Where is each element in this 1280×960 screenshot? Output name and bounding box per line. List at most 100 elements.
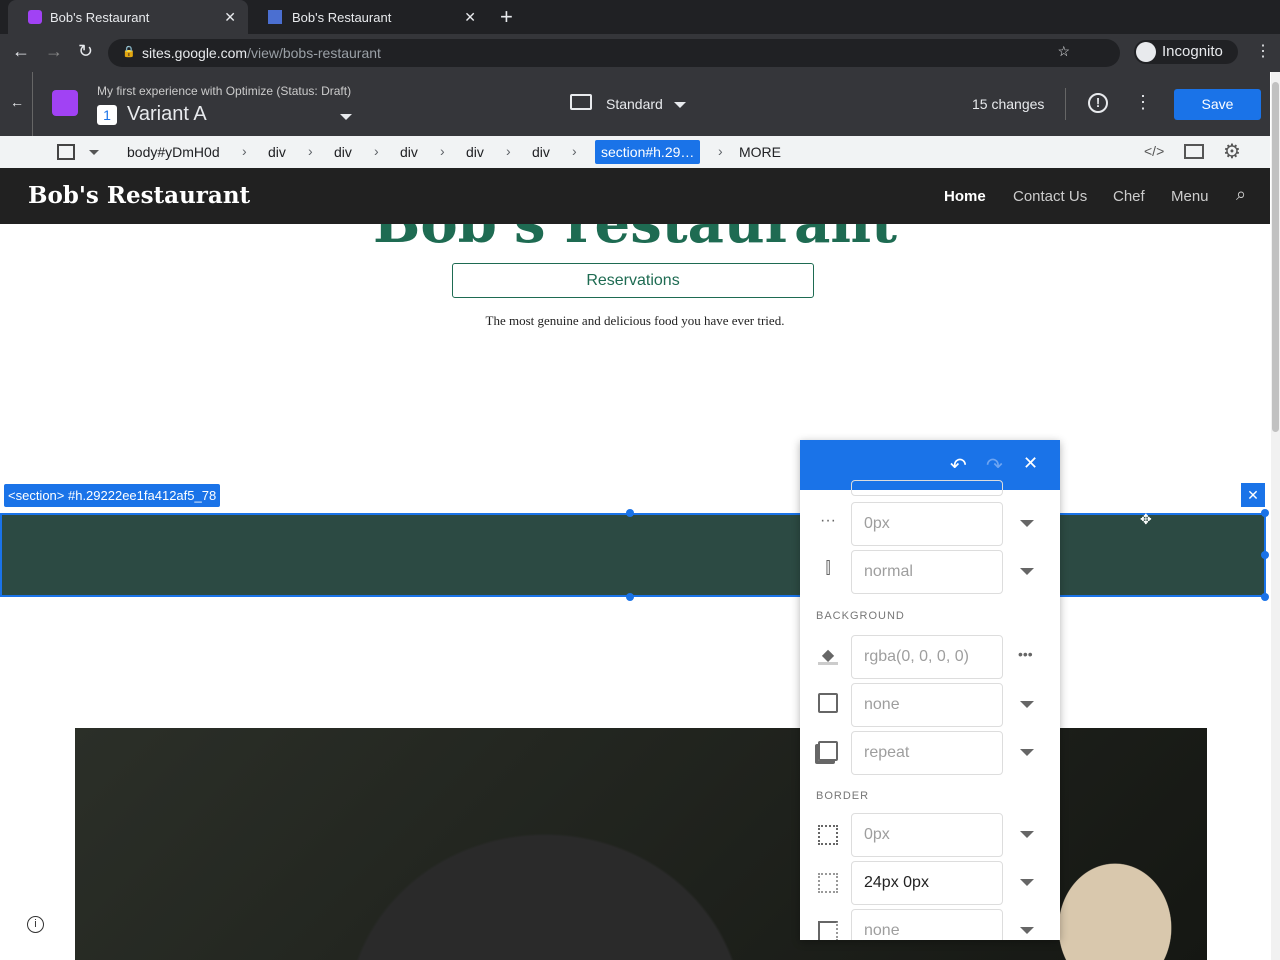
url-host: sites.google.com: [142, 45, 248, 61]
variant-number: 1: [97, 105, 117, 125]
chevron-right-icon: ›: [308, 143, 313, 159]
move-icon[interactable]: ✥: [1140, 511, 1152, 528]
diagnostics-icon[interactable]: !: [1088, 93, 1108, 113]
changes-count[interactable]: 15 changes: [972, 96, 1044, 112]
nav-contact-us[interactable]: Contact Us: [1013, 188, 1087, 205]
search-icon[interactable]: ⌕: [1236, 184, 1246, 205]
breadcrumb-more[interactable]: MORE: [739, 144, 781, 160]
close-tab-icon[interactable]: ✕: [224, 9, 236, 26]
resize-handle[interactable]: [1261, 509, 1269, 517]
style-editor-panel: ↶ ↷ ✕ ··· 0px ⫿ normal BACKGROUND ◆ rgba…: [800, 440, 1060, 940]
exit-editor-icon[interactable]: ←: [10, 94, 24, 110]
redo-icon[interactable]: ↷: [986, 453, 1003, 478]
breadcrumb-item[interactable]: div: [268, 144, 286, 160]
new-tab-icon[interactable]: +: [500, 4, 513, 30]
browser-menu-icon[interactable]: ⋮: [1255, 41, 1271, 61]
padding-icon: [818, 873, 838, 893]
chevron-right-icon: ›: [572, 143, 577, 159]
scrollbar[interactable]: [1271, 72, 1280, 960]
optimize-logo-icon: [52, 90, 78, 116]
incognito-icon: [1136, 42, 1156, 62]
device-label: Standard: [606, 96, 663, 112]
clipped-field[interactable]: [851, 480, 1003, 496]
reload-icon[interactable]: ↻: [78, 41, 93, 62]
padding-input[interactable]: 24px 0px: [851, 861, 1003, 905]
variant-selector[interactable]: 1 Variant A: [97, 102, 357, 128]
lock-icon: 🔒: [122, 46, 136, 58]
breadcrumb-item[interactable]: div: [334, 144, 352, 160]
undo-icon[interactable]: ↶: [950, 453, 967, 478]
breadcrumb-item-selected[interactable]: section#h.29…: [595, 140, 701, 164]
more-options-icon[interactable]: ⋮: [1134, 92, 1152, 113]
experience-name: My first experience with Optimize (Statu…: [97, 84, 352, 98]
chevron-down-icon[interactable]: [89, 150, 99, 155]
variant-name: Variant A: [127, 103, 207, 125]
forward-icon[interactable]: →: [45, 41, 63, 62]
tab-title: Bob's Restaurant: [292, 9, 392, 25]
fill-color-icon[interactable]: ◆: [818, 645, 838, 665]
gear-icon[interactable]: ⚙: [1223, 139, 1241, 164]
url-path: /view/bobs-restaurant: [247, 45, 381, 61]
text-direction-icon: ⫿: [825, 560, 831, 577]
inspect-icon[interactable]: [1184, 144, 1204, 159]
selected-section[interactable]: [0, 513, 1266, 597]
background-image-input[interactable]: none: [851, 683, 1003, 727]
info-icon[interactable]: i: [27, 916, 44, 933]
breadcrumb-item[interactable]: div: [400, 144, 418, 160]
image-repeat-icon: [818, 741, 838, 761]
breadcrumb-item[interactable]: div: [532, 144, 550, 160]
incognito-button[interactable]: Incognito: [1134, 40, 1238, 64]
section-heading: BORDER: [816, 790, 870, 802]
chevron-down-icon[interactable]: [1020, 831, 1034, 838]
nav-home[interactable]: Home: [944, 188, 986, 205]
optimize-toolbar: ← My first experience with Optimize (Sta…: [0, 72, 1270, 136]
url-input[interactable]: 🔒 sites.google.com/view/bobs-restaurant …: [108, 39, 1120, 67]
reservations-button[interactable]: Reservations: [452, 263, 814, 298]
chevron-down-icon[interactable]: [1020, 568, 1034, 575]
chevron-down-icon[interactable]: [1020, 520, 1034, 527]
resize-handle[interactable]: [626, 509, 634, 517]
selection-label: <section> #h.29222ee1fa412af5_78: [4, 484, 221, 507]
site-title[interactable]: Bob's Restaurant: [28, 182, 250, 209]
site-header: Bob's Restaurant Home Contact Us Chef Me…: [0, 168, 1270, 224]
nav-menu[interactable]: Menu: [1171, 188, 1209, 205]
breadcrumb-item[interactable]: div: [466, 144, 484, 160]
tab-sites[interactable]: Bob's Restaurant ✕: [248, 0, 488, 34]
breadcrumb-item[interactable]: body#yDmH0d: [127, 144, 220, 160]
close-tab-icon[interactable]: ✕: [464, 9, 476, 26]
border-width-icon: [818, 825, 838, 845]
nav-chef[interactable]: Chef: [1113, 188, 1145, 205]
element-breadcrumb: body#yDmH0d › div › div › div › div › di…: [0, 136, 1270, 168]
chevron-right-icon: ›: [440, 143, 445, 159]
chevron-down-icon[interactable]: [1020, 879, 1034, 886]
resize-handle[interactable]: [626, 593, 634, 601]
section-heading: BACKGROUND: [816, 610, 905, 622]
chevron-down-icon[interactable]: [1020, 749, 1034, 756]
chevron-down-icon[interactable]: [1020, 701, 1034, 708]
close-icon[interactable]: ✕: [1023, 453, 1038, 474]
desktop-icon: [570, 94, 592, 110]
background-color-input[interactable]: rgba(0, 0, 0, 0): [851, 635, 1003, 679]
border-style-input[interactable]: none: [851, 909, 1003, 940]
select-element-icon[interactable]: [57, 144, 75, 160]
resize-handle[interactable]: [1261, 551, 1269, 559]
deselect-close-icon[interactable]: ✕: [1241, 483, 1265, 507]
profile-label: Incognito: [1162, 43, 1223, 60]
save-button[interactable]: Save: [1174, 89, 1261, 120]
image-icon: [818, 693, 838, 713]
device-selector[interactable]: Standard: [570, 94, 690, 116]
optimize-favicon: [28, 10, 42, 24]
more-horizontal-icon[interactable]: •••: [1018, 646, 1033, 662]
border-width-input[interactable]: 0px: [851, 813, 1003, 857]
chevron-down-icon[interactable]: [1020, 927, 1034, 934]
tab-optimize[interactable]: Bob's Restaurant ✕: [8, 0, 248, 34]
star-icon[interactable]: ☆: [1057, 43, 1070, 60]
code-icon[interactable]: </>: [1144, 143, 1164, 159]
chevron-down-icon: [340, 114, 352, 120]
resize-handle[interactable]: [1261, 593, 1269, 601]
chevron-right-icon: ›: [506, 143, 511, 159]
background-repeat-input[interactable]: repeat: [851, 731, 1003, 775]
letter-spacing-input[interactable]: 0px: [851, 502, 1003, 546]
back-icon[interactable]: ←: [12, 41, 30, 62]
direction-input[interactable]: normal: [851, 550, 1003, 594]
